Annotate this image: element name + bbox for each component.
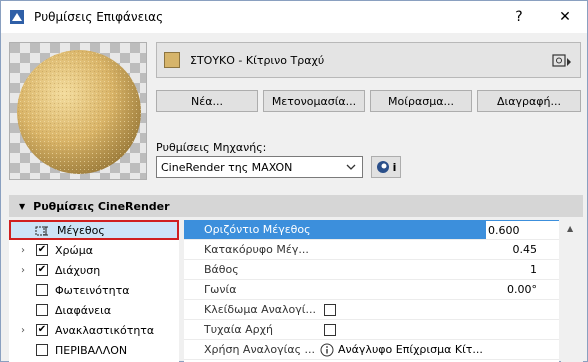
channel-checkbox[interactable]: [36, 284, 48, 296]
random-origin-checkbox[interactable]: [324, 323, 336, 336]
channel-label: Ανακλαστικότητα: [55, 323, 155, 337]
channel-checkbox[interactable]: ✔: [36, 244, 48, 256]
property-grid: Οριζόντιο Μέγεθος 0.600 Κατακόρυφο Μέγ..…: [184, 220, 559, 362]
new-button[interactable]: Νέα...: [156, 90, 258, 112]
property-value[interactable]: 0.45: [513, 243, 538, 256]
material-picker[interactable]: ΣΤΟΥΚΟ - Κίτρινο Τραχύ: [156, 42, 581, 78]
close-button[interactable]: ✕: [545, 5, 585, 29]
property-label: Βάθος: [204, 263, 239, 276]
title-bar: Ρυθμίσεις Επιφάνειας ? ✕: [1, 1, 587, 33]
property-label: Οριζόντιο Μέγεθος: [204, 223, 311, 236]
share-button[interactable]: Μοίρασμα...: [370, 90, 472, 112]
channel-checkbox[interactable]: [36, 304, 48, 316]
engine-settings-label: Ρυθμίσεις Μηχανής:: [156, 141, 267, 154]
size-icon: [35, 226, 48, 236]
channel-item-environment[interactable]: ΠΕΡΙΒΑΛΛΟΝ: [9, 340, 179, 360]
cinerender-logo-icon: [376, 161, 389, 173]
property-label: Κλείδωμα Αναλογί...: [204, 303, 316, 316]
info-label: i: [392, 160, 397, 174]
property-row-horizontal-size[interactable]: Οριζόντιο Μέγεθος 0.600: [184, 220, 559, 240]
expand-arrow-icon[interactable]: ›: [21, 265, 25, 276]
material-menu-icon[interactable]: [552, 52, 574, 70]
channel-item-reflectance[interactable]: › ✔ Ανακλαστικότητα: [9, 320, 179, 340]
horizontal-size-input[interactable]: 0.600: [486, 221, 559, 239]
channel-checkbox[interactable]: ✔: [36, 324, 48, 336]
channel-label: Διαφάνεια: [55, 303, 112, 317]
info-icon[interactable]: [320, 343, 334, 357]
engine-info-button[interactable]: i: [371, 156, 401, 178]
chevron-down-icon: [346, 164, 356, 170]
property-scrollbar[interactable]: ▲: [561, 220, 583, 362]
channel-item-color[interactable]: › ✔ Χρώμα: [9, 240, 179, 260]
help-button[interactable]: ?: [499, 5, 539, 29]
scroll-up-icon[interactable]: ▲: [567, 224, 573, 233]
engine-select[interactable]: CineRender της MAXON: [156, 156, 363, 178]
section-title: Ρυθμίσεις CineRender: [33, 199, 170, 213]
expand-arrow-icon[interactable]: ›: [21, 245, 25, 256]
channel-label: ΠΕΡΙΒΑΛΛΟΝ: [55, 343, 128, 357]
property-row-lock-ratio[interactable]: Κλείδωμα Αναλογί...: [184, 300, 559, 320]
collapse-triangle-icon: ▼: [19, 201, 26, 211]
channel-tree: Μέγεθος › ✔ Χρώμα › ✔ Διάχυση Φωτεινότητ…: [9, 220, 179, 362]
channel-item-luminance[interactable]: Φωτεινότητα: [9, 280, 179, 300]
channel-label: Διάχυση: [55, 263, 101, 277]
material-name: ΣΤΟΥΚΟ - Κίτρινο Τραχύ: [190, 54, 325, 67]
material-preview: [9, 42, 147, 180]
cinerender-settings-section[interactable]: ▼ Ρυθμίσεις CineRender: [9, 195, 583, 217]
property-row-use-ratio[interactable]: Χρήση Αναλογίας ... Ανάγλυφο Επίχρισμα Κ…: [184, 340, 559, 360]
window-title: Ρυθμίσεις Επιφάνειας: [34, 10, 164, 24]
property-row-angle[interactable]: Γωνία 0.00°: [184, 280, 559, 300]
channel-item-transparency[interactable]: Διαφάνεια: [9, 300, 179, 320]
property-row-vertical-size[interactable]: Κατακόρυφο Μέγ... 0.45: [184, 240, 559, 260]
property-row-depth[interactable]: Βάθος 1: [184, 260, 559, 280]
engine-select-value: CineRender της MAXON: [161, 160, 293, 174]
channel-item-size[interactable]: Μέγεθος: [9, 220, 179, 240]
channel-item-diffusion[interactable]: › ✔ Διάχυση: [9, 260, 179, 280]
lock-ratio-checkbox[interactable]: [324, 303, 336, 316]
property-value[interactable]: Ανάγλυφο Επίχρισμα Κίτ...: [338, 343, 483, 356]
channel-checkbox[interactable]: ✔: [36, 264, 48, 276]
property-label: Κατακόρυφο Μέγ...: [204, 243, 309, 256]
property-row-random-origin[interactable]: Τυχαία Αρχή: [184, 320, 559, 340]
expand-arrow-icon[interactable]: ›: [21, 325, 25, 336]
property-value[interactable]: 0.00°: [507, 283, 537, 296]
channel-label: Μέγεθος: [57, 223, 105, 237]
channel-label: Χρώμα: [55, 243, 93, 257]
property-label: Γωνία: [204, 283, 237, 296]
channel-checkbox[interactable]: [36, 344, 48, 356]
property-label: Χρήση Αναλογίας ...: [204, 343, 316, 356]
property-value[interactable]: 1: [530, 263, 537, 276]
rename-button[interactable]: Μετονομασία...: [263, 90, 365, 112]
material-swatch: [164, 52, 180, 68]
channel-label: Φωτεινότητα: [55, 283, 130, 297]
delete-button[interactable]: Διαγραφή...: [477, 90, 581, 112]
property-label: Τυχαία Αρχή: [204, 323, 273, 336]
app-icon: [10, 10, 24, 24]
surface-settings-dialog: Ρυθμίσεις Επιφάνειας ? ✕ ΣΤΟΥΚΟ - Κίτριν…: [0, 0, 588, 362]
